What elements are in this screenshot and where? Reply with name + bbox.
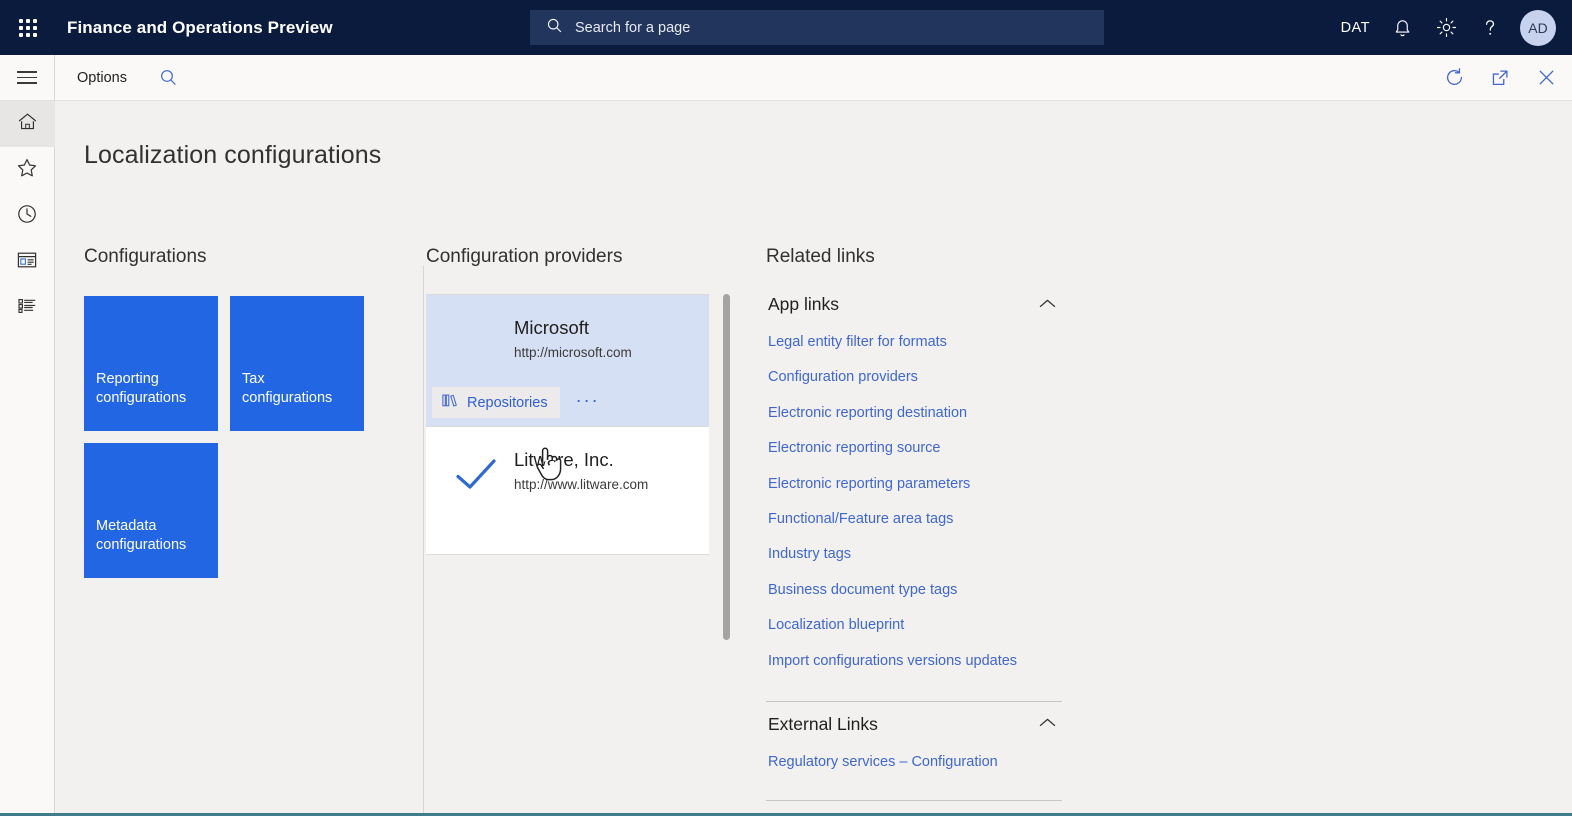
- tile-label: Tax configurations: [242, 370, 333, 407]
- provider-name: Litware, Inc.: [514, 449, 614, 470]
- sidebar-item-favorites[interactable]: [0, 147, 55, 193]
- link-localization-blueprint[interactable]: Localization blueprint: [766, 608, 1062, 643]
- question-mark-icon[interactable]: [1468, 0, 1512, 55]
- section-divider-bottom: [766, 800, 1062, 802]
- section-divider: [766, 700, 1062, 702]
- configurations-heading: Configurations: [84, 246, 207, 267]
- repositories-button-label: Repositories: [467, 394, 548, 411]
- star-icon: [16, 157, 38, 184]
- bell-icon[interactable]: [1380, 0, 1424, 55]
- gear-icon[interactable]: [1424, 0, 1468, 55]
- link-business-document-type-tags[interactable]: Business document type tags: [766, 573, 1062, 608]
- repositories-button[interactable]: Repositories: [432, 387, 560, 418]
- configuration-tiles: Reporting configurations Tax configurati…: [84, 296, 364, 578]
- search-icon: [546, 17, 563, 39]
- sidebar-item-recent[interactable]: [0, 193, 55, 239]
- sidebar-item-modules[interactable]: [0, 285, 55, 331]
- related-links-heading: Related links: [766, 246, 875, 267]
- link-industry-tags[interactable]: Industry tags: [766, 537, 1062, 572]
- open-in-new-window-icon[interactable]: [1484, 62, 1516, 94]
- link-legal-entity-filter-for-formats[interactable]: Legal entity filter for formats: [766, 325, 1062, 360]
- external-links-header[interactable]: External Links: [766, 710, 1062, 745]
- body: Localization configurations Configuratio…: [0, 101, 1572, 813]
- chevron-up-icon: [1039, 296, 1056, 314]
- search-input[interactable]: Search for a page: [530, 10, 1104, 45]
- tile-label: Reporting configurations: [96, 370, 187, 407]
- related-links-section: Related links App links Legal entity fil…: [766, 246, 1096, 802]
- link-functional-feature-area-tags[interactable]: Functional/Feature area tags: [766, 502, 1062, 537]
- provider-name: Microsoft: [514, 317, 590, 338]
- app-links-title: App links: [768, 294, 840, 314]
- provider-actions: Repositories ···: [426, 387, 709, 426]
- provider-card-litware[interactable]: Litware, Inc. http://www.litware.com: [426, 426, 709, 555]
- command-bar-right: [1438, 55, 1562, 100]
- company-selector[interactable]: DAT: [1331, 0, 1380, 55]
- app-launcher-grid: [18, 18, 37, 37]
- navigation-rail: [0, 101, 55, 813]
- configuration-providers-section: Configuration providers Microsoft http:/…: [426, 246, 746, 640]
- app-links-group: App links Legal entity filter for format…: [766, 290, 1062, 679]
- modules-list-icon: [16, 296, 38, 321]
- link-import-configurations-versions-updates[interactable]: Import configurations versions updates: [766, 644, 1062, 679]
- ellipsis-icon[interactable]: ···: [566, 389, 610, 417]
- chevron-up-icon: [1039, 715, 1056, 733]
- provider-url: http://www.litware.com: [514, 477, 649, 492]
- command-bar: Options: [0, 55, 1572, 101]
- link-electronic-reporting-source[interactable]: Electronic reporting source: [766, 431, 1062, 466]
- column-divider: [423, 266, 424, 813]
- refresh-icon[interactable]: [1438, 62, 1470, 94]
- books-repository-icon: [442, 393, 458, 412]
- sidebar-item-home[interactable]: [0, 101, 55, 147]
- provider-list: Microsoft http://microsoft.com Repositor…: [426, 294, 730, 640]
- app-links-header[interactable]: App links: [766, 290, 1062, 325]
- app-title: Finance and Operations Preview: [67, 17, 333, 37]
- hamburger-bars: [17, 67, 37, 87]
- tile-reporting-configurations[interactable]: Reporting configurations: [84, 296, 218, 431]
- avatar[interactable]: AD: [1520, 9, 1556, 46]
- page-title: Localization configurations: [84, 141, 382, 169]
- options-button[interactable]: Options: [69, 64, 135, 92]
- tile-label: Metadata configurations: [96, 517, 187, 554]
- application-window: Finance and Operations Preview Search fo…: [0, 0, 1572, 816]
- tile-tax-configurations[interactable]: Tax configurations: [230, 296, 364, 431]
- checkmark-icon: [454, 457, 498, 498]
- tile-metadata-configurations[interactable]: Metadata configurations: [84, 443, 218, 578]
- hamburger-menu-icon[interactable]: [0, 55, 55, 100]
- external-links-group: External Links Regulatory services – Con…: [766, 710, 1062, 780]
- provider-details: Microsoft http://microsoft.com: [426, 295, 709, 387]
- app-launcher-icon[interactable]: [0, 0, 55, 55]
- link-electronic-reporting-parameters[interactable]: Electronic reporting parameters: [766, 467, 1062, 502]
- configuration-providers-heading: Configuration providers: [426, 246, 623, 267]
- close-icon[interactable]: [1530, 62, 1562, 94]
- provider-card-microsoft[interactable]: Microsoft http://microsoft.com Repositor…: [426, 294, 709, 426]
- search-placeholder: Search for a page: [575, 19, 691, 36]
- link-regulatory-services-configuration[interactable]: Regulatory services – Configuration: [766, 745, 1062, 780]
- workspace-icon: [16, 250, 38, 275]
- link-electronic-reporting-destination[interactable]: Electronic reporting destination: [766, 396, 1062, 431]
- clock-icon: [16, 203, 38, 230]
- link-configuration-providers[interactable]: Configuration providers: [766, 360, 1062, 395]
- topbar-actions: DAT AD: [1331, 0, 1560, 55]
- home-icon: [17, 111, 38, 137]
- external-links-title: External Links: [768, 713, 878, 734]
- provider-list-scrollbar[interactable]: [723, 294, 730, 640]
- search-icon[interactable]: [153, 62, 185, 94]
- top-navigation-bar: Finance and Operations Preview Search fo…: [0, 0, 1572, 55]
- command-bar-left: Options: [55, 62, 185, 94]
- provider-url: http://microsoft.com: [514, 345, 632, 360]
- configurations-section: Configurations Reporting configurations …: [84, 246, 404, 578]
- sidebar-item-workspaces[interactable]: [0, 239, 55, 285]
- main-content: Localization configurations Configuratio…: [55, 101, 1572, 813]
